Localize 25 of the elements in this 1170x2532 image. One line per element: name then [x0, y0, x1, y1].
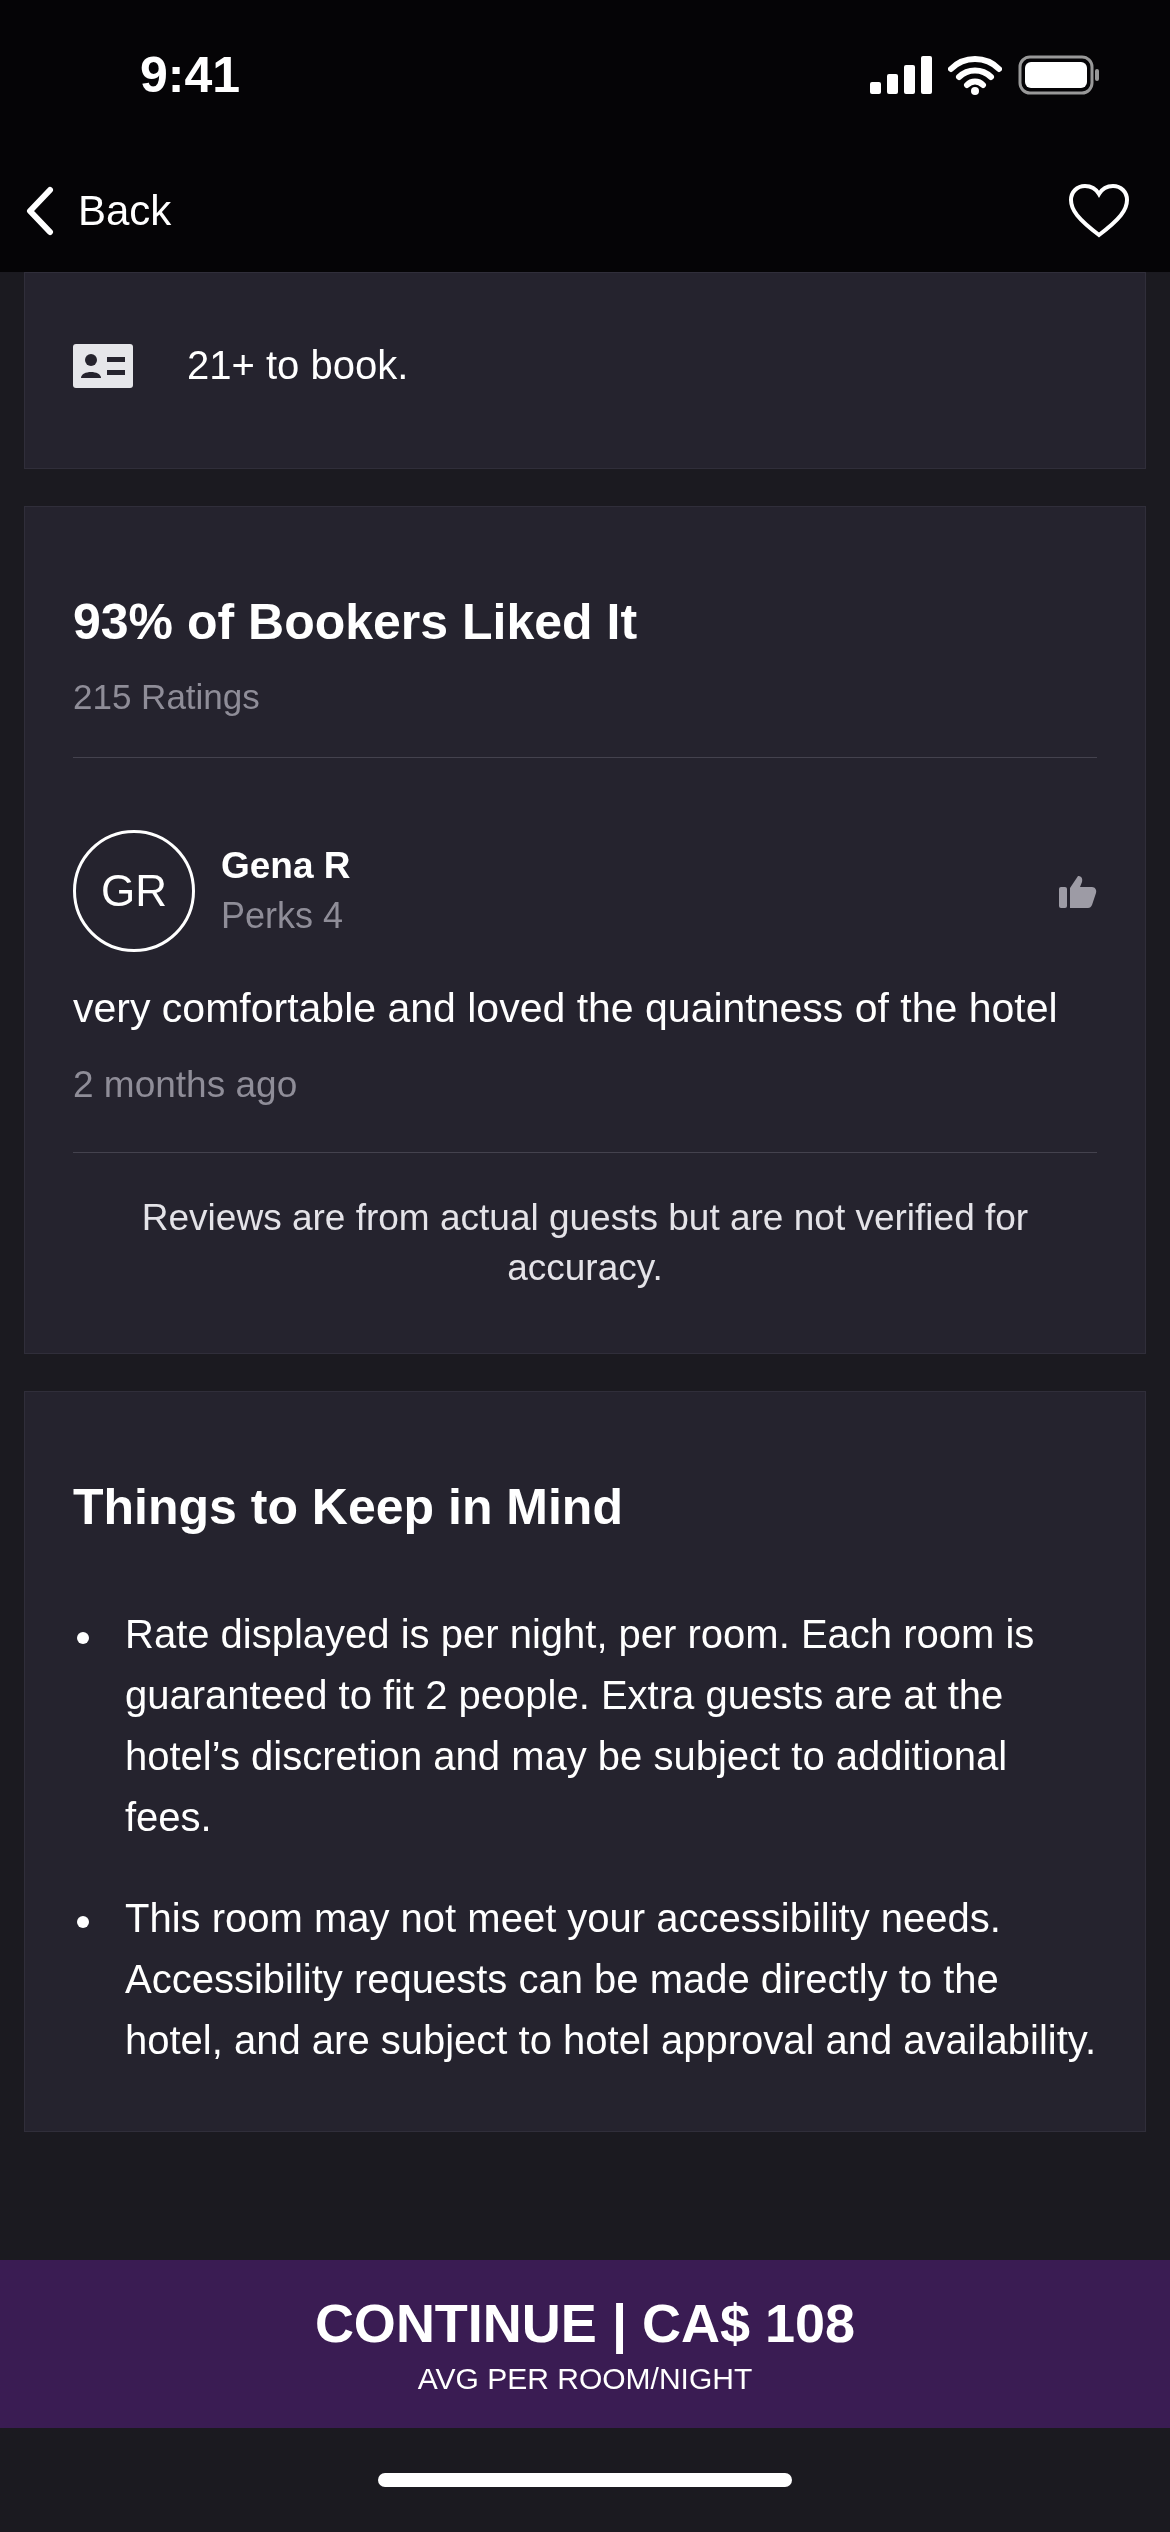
thumbs-up-icon[interactable]	[1059, 874, 1097, 908]
heart-icon	[1068, 183, 1130, 239]
bullet-icon	[77, 1632, 89, 1644]
signal-icon	[870, 56, 932, 94]
age-policy-text: 21+ to book.	[187, 343, 409, 388]
review-text: very comfortable and loved the quaintness of the hotel	[73, 984, 1059, 1033]
reviewer-avatar: GR	[73, 830, 195, 952]
continue-button[interactable]: CONTINUE | CA$ 108 AVG PER ROOM/NIGHT	[0, 2260, 1170, 2428]
back-button[interactable]: Back	[24, 186, 172, 236]
chevron-left-icon	[24, 186, 54, 236]
reviewer-name: Gena R	[221, 845, 352, 887]
wifi-icon	[948, 55, 1002, 95]
section-title: Things to Keep in Mind	[73, 1478, 624, 1536]
rating-title: 93% of Bookers Liked It	[73, 593, 639, 651]
member-level-label: Perks 4	[221, 895, 345, 937]
favorite-button[interactable]	[1068, 183, 1130, 239]
status-time: 9:41	[140, 46, 241, 104]
battery-icon	[1018, 55, 1100, 95]
note-text: This room may not meet your accessibility needs. Accessibility requests can be made directly to the hotel, and are subject to hotel approval and availability.	[125, 1895, 1097, 2064]
review-disclaimer: Reviews are from actual guests but are not verified for accuracy.	[140, 1196, 1030, 1290]
ratings-count: 215 Ratings	[73, 677, 261, 717]
note-text: Rate displayed is per night, per room. Each room is guaranteed to fit 2 people. Extra guests are at the hotel’s discretion and may be subject to additional fees.	[125, 1611, 1036, 1841]
bullet-icon	[77, 1916, 89, 1928]
review-date: 2 months ago	[73, 1064, 299, 1106]
id-card-icon	[73, 343, 133, 388]
